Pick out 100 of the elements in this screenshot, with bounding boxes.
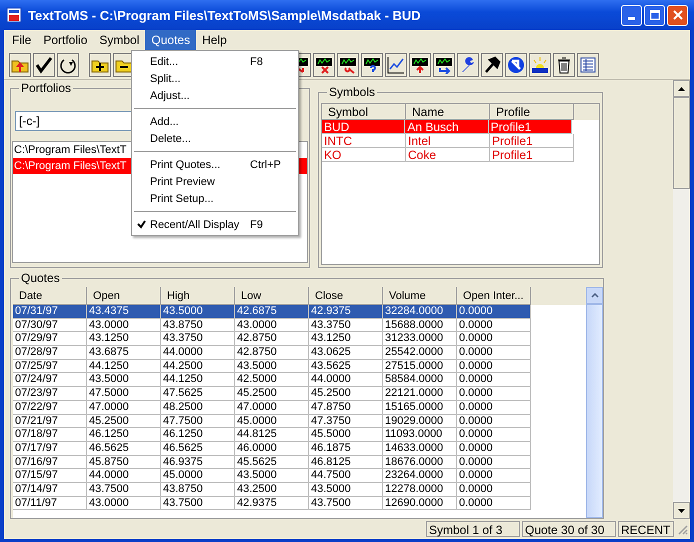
table-cell: Profile1 — [490, 148, 574, 162]
group-title: Portfolios — [19, 81, 74, 95]
group-title: Quotes — [19, 271, 62, 285]
table-cell: 12278.0000 — [383, 482, 457, 497]
table-cell: 44.8125 — [235, 428, 309, 442]
table-cell: 31233.0000 — [383, 332, 457, 346]
table-cell: 46.1875 — [309, 442, 383, 456]
table-cell: 23264.0000 — [383, 469, 457, 483]
table-cell: 25542.0000 — [383, 346, 457, 360]
table-cell: 47.0000 — [235, 400, 309, 414]
table-cell: 47.8750 — [309, 400, 383, 414]
table-cell: 43.3750 — [161, 332, 235, 346]
table-cell: 43.3750 — [309, 318, 383, 332]
table-cell: 43.1250 — [309, 332, 383, 346]
table-cell: 07/18/97 — [13, 428, 87, 442]
table-cell: 44.1250 — [161, 373, 235, 388]
table-cell: 0.0000 — [457, 360, 531, 374]
table-cell: 43.5000 — [309, 482, 383, 497]
table-cell: 0.0000 — [457, 456, 531, 470]
table-cell: 45.0000 — [235, 414, 309, 428]
table-cell: 0.0000 — [457, 373, 531, 388]
table-cell: 42.9375 — [235, 496, 309, 510]
table-cell: 45.5000 — [309, 428, 383, 442]
table-cell: 42.8750 — [235, 346, 309, 360]
table-cell: 14633.0000 — [383, 442, 457, 456]
table-cell: 07/29/97 — [13, 332, 87, 346]
table-cell: 46.8125 — [309, 456, 383, 470]
table-cell: 0.0000 — [457, 496, 531, 510]
table-cell: 07/11/97 — [13, 496, 87, 510]
table-cell: 43.8750 — [161, 482, 235, 497]
table-cell: 32284.0000 — [383, 305, 457, 319]
table-cell: 15688.0000 — [383, 318, 457, 332]
table-cell: 46.0000 — [235, 442, 309, 456]
table-cell: 44.1250 — [87, 360, 161, 374]
table-cell: 43.8750 — [161, 318, 235, 332]
table-cell: 43.0000 — [87, 496, 161, 510]
table-cell: 44.0000 — [309, 373, 383, 388]
table-cell: 47.3750 — [309, 414, 383, 428]
table-cell: 47.5000 — [87, 387, 161, 401]
table-cell: 11093.0000 — [383, 428, 457, 442]
table-cell: 44.7500 — [309, 469, 383, 483]
table-cell: 43.0000 — [87, 318, 161, 332]
window-title: TextToMS - C:\Program Files\TextToMS\Sample\Msdatbak - BUD — [28, 8, 422, 22]
table-cell: 47.0000 — [87, 400, 161, 414]
status-panel: Quote 30 of 30 — [522, 521, 616, 537]
table-cell: 07/21/97 — [13, 414, 87, 428]
table-cell: 0.0000 — [457, 346, 531, 360]
table-cell: 46.1250 — [87, 428, 161, 442]
table-cell: 43.5000 — [235, 360, 309, 374]
table-cell: 0.0000 — [457, 387, 531, 401]
table-cell: 45.2500 — [235, 387, 309, 401]
table-cell: 22121.0000 — [383, 387, 457, 401]
table-cell: Intel — [406, 134, 490, 148]
table-cell: 42.8750 — [235, 332, 309, 346]
table-cell: 27515.0000 — [383, 360, 457, 374]
table-cell: 43.5000 — [161, 305, 235, 319]
table-cell: 47.5625 — [161, 387, 235, 401]
table-cell: 0.0000 — [457, 332, 531, 346]
table-cell: 45.5625 — [235, 456, 309, 470]
table-cell: 43.5625 — [309, 360, 383, 374]
table-cell: 07/16/97 — [13, 456, 87, 470]
table-cell: 07/15/97 — [13, 469, 87, 483]
table-cell: 18676.0000 — [383, 456, 457, 470]
table-cell: 07/23/97 — [13, 387, 87, 401]
table-cell: 43.7500 — [309, 496, 383, 510]
table-cell: 43.1250 — [87, 332, 161, 346]
table-cell: 48.2500 — [161, 400, 235, 414]
table-cell: 43.0000 — [235, 318, 309, 332]
table-cell: 0.0000 — [457, 400, 531, 414]
table-cell: An Busch — [405, 120, 489, 134]
table-cell: 43.2500 — [235, 482, 309, 497]
table-cell: 07/31/97 — [13, 305, 87, 319]
table-cell: 0.0000 — [457, 442, 531, 456]
table-cell: 07/24/97 — [13, 373, 87, 388]
table-cell: 45.0000 — [161, 469, 235, 483]
table-cell: 43.7500 — [161, 496, 235, 510]
group-title: Symbols — [327, 85, 378, 99]
table-cell: 07/30/97 — [13, 318, 87, 332]
table-cell: 46.9375 — [161, 456, 235, 470]
table-cell: 43.7500 — [87, 482, 161, 497]
table-cell: 42.9375 — [309, 305, 383, 319]
table-cell: 43.0625 — [309, 346, 383, 360]
table-cell: 07/28/97 — [13, 346, 87, 360]
table-cell: 07/25/97 — [13, 360, 87, 374]
table-cell: 0.0000 — [457, 318, 531, 332]
table-cell: 0.0000 — [457, 414, 531, 428]
table-cell: Profile1 — [490, 134, 574, 148]
table-cell: 43.5000 — [87, 373, 161, 388]
table-cell: 42.5000 — [235, 373, 309, 388]
table-cell: Coke — [406, 148, 490, 162]
table-cell: 15165.0000 — [383, 400, 457, 414]
table-cell: 45.2500 — [87, 414, 161, 428]
status-panel: Symbol 1 of 3 — [426, 521, 520, 537]
table-cell: 46.5625 — [87, 442, 161, 456]
table-cell: 42.6875 — [235, 305, 309, 319]
table-cell: 46.1250 — [161, 428, 235, 442]
table-cell: 0.0000 — [457, 305, 531, 319]
table-cell: 12690.0000 — [383, 496, 457, 510]
table-cell: Profile1 — [488, 120, 572, 134]
table-cell: 45.2500 — [309, 387, 383, 401]
